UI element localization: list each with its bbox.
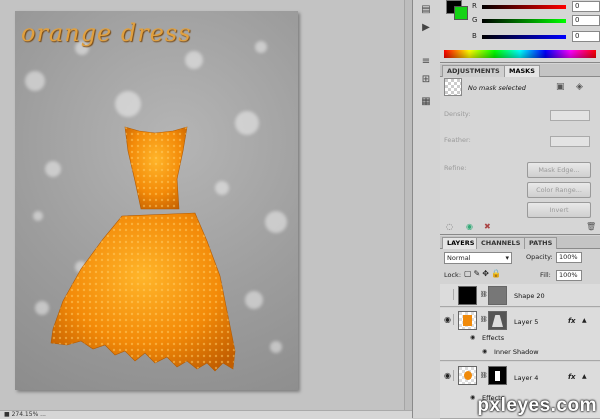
fx-icon[interactable]: fx — [568, 317, 576, 325]
layers-tabbar: LAYERS CHANNELS PATHS — [440, 236, 600, 249]
layer-mask-thumbnail — [488, 286, 507, 305]
masks-panel: ADJUSTMENTS MASKS No mask selected ▣ ◈ D… — [440, 64, 600, 235]
tool-presets-icon[interactable]: ▦ — [419, 96, 433, 108]
layer-mask-thumbnail — [488, 366, 507, 385]
right-panel-dock: R 0 G 0 B 0 ADJUSTMENTS MASKS No mask se… — [440, 0, 600, 419]
chevron-up-icon[interactable]: ▲ — [582, 317, 587, 324]
layer-name[interactable]: Layer 4 — [514, 374, 538, 382]
clone-source-icon[interactable]: ⊞ — [419, 74, 433, 86]
no-mask-text: No mask selected — [468, 84, 526, 92]
color-range-button[interactable]: Color Range... — [527, 182, 591, 198]
red-value-field[interactable]: 0 — [572, 1, 600, 12]
inner-shadow-effect[interactable]: Inner Shadow — [494, 348, 539, 356]
fx-icon[interactable]: fx — [568, 373, 576, 381]
effects-eye-icon[interactable]: ◉ — [470, 334, 475, 341]
blue-slider-track[interactable] — [482, 35, 566, 39]
lock-label: Lock: — [444, 271, 462, 279]
zoom-status-text: ■ 274.15% ... — [4, 411, 46, 418]
blue-slider[interactable]: B 0 — [470, 31, 600, 42]
chain-icon: ⛓ — [480, 316, 488, 323]
fill-label: Fill: — [540, 271, 551, 279]
document-canvas[interactable]: orange dress pxleyes.com — [15, 11, 298, 390]
green-value-field[interactable]: 0 — [572, 15, 600, 26]
effects-label: Effects — [482, 334, 505, 342]
brushes-icon[interactable]: ≡ — [419, 56, 433, 68]
density-field[interactable] — [550, 110, 590, 121]
blue-slider-label: B — [472, 32, 477, 40]
layers-panel: LAYERS CHANNELS PATHS Normal Opacity: 10… — [440, 236, 600, 419]
layer-thumbnail — [458, 366, 477, 385]
tab-layers[interactable]: LAYERS — [442, 237, 480, 249]
orange-dress-image — [50, 126, 236, 372]
green-slider[interactable]: G 0 — [470, 15, 600, 26]
fill-field[interactable]: 100% — [556, 270, 582, 281]
inner-shadow-eye-icon[interactable]: ◉ — [482, 348, 487, 355]
eye-icon[interactable]: ◉ — [442, 314, 454, 325]
refine-label: Refine: — [444, 164, 467, 172]
layer-row-layer-5[interactable]: ◉ ⛓ Layer 5 fx ▲ ◉ Effects ◉ Inner Shado… — [440, 308, 600, 361]
layer-name[interactable]: Shape 20 — [514, 292, 545, 300]
eye-icon[interactable]: ◉ — [442, 370, 454, 381]
red-slider[interactable]: R 0 — [470, 1, 600, 12]
pixel-mask-icon[interactable]: ▣ — [556, 82, 565, 92]
effects-eye-icon[interactable]: ◉ — [470, 394, 475, 401]
collapsed-panel-strip: ▤ ▶ ≡ ⊞ ▦ — [412, 0, 442, 418]
delete-mask-icon[interactable]: ✖ — [484, 222, 491, 231]
tab-masks[interactable]: MASKS — [504, 65, 540, 77]
load-selection-icon[interactable]: ◌ — [446, 222, 453, 231]
opacity-label: Opacity: — [526, 253, 553, 261]
actions-icon[interactable]: ▶ — [419, 22, 433, 34]
layer-row-shape-20[interactable]: ⛓ Shape 20 — [440, 284, 600, 307]
feather-label: Feather: — [444, 136, 471, 144]
trash-icon[interactable]: 🗑 — [586, 222, 596, 231]
color-spectrum-bar[interactable] — [444, 50, 596, 58]
vector-mask-icon[interactable]: ◈ — [576, 82, 583, 92]
opacity-field[interactable]: 100% — [556, 252, 582, 263]
mask-edge-button[interactable]: Mask Edge... — [527, 162, 591, 178]
layer-thumbnail — [458, 311, 477, 330]
layer-mask-thumbnail — [488, 311, 507, 330]
blend-mode-select[interactable]: Normal — [444, 252, 512, 264]
red-slider-track[interactable] — [482, 5, 566, 9]
eye-icon[interactable]: ◉ — [466, 222, 473, 231]
density-label: Density: — [444, 110, 471, 118]
mask-thumbnail — [444, 78, 462, 96]
tab-paths[interactable]: PATHS — [524, 237, 558, 249]
tab-channels[interactable]: CHANNELS — [476, 237, 526, 249]
feather-field[interactable] — [550, 136, 590, 147]
masks-tabbar: ADJUSTMENTS MASKS — [440, 64, 600, 77]
invert-button[interactable]: Invert — [527, 202, 591, 218]
green-slider-track[interactable] — [482, 19, 566, 23]
blue-value-field[interactable]: 0 — [572, 31, 600, 42]
lock-icons[interactable]: ▢✎✥🔒 — [464, 269, 503, 278]
canvas-area[interactable]: orange dress pxleyes.com ■ 274.15% — [0, 0, 413, 419]
background-color-swatch[interactable] — [454, 6, 468, 20]
layer-thumbnail — [458, 286, 477, 305]
site-watermark: pxleyes.com — [477, 395, 597, 416]
layer-visibility-toggle[interactable] — [442, 289, 454, 300]
green-slider-label: G — [472, 16, 478, 24]
color-panel: R 0 G 0 B 0 — [440, 0, 600, 63]
chain-icon: ⛓ — [480, 372, 488, 379]
tab-adjustments[interactable]: ADJUSTMENTS — [442, 65, 505, 77]
layer-name[interactable]: Layer 5 — [514, 318, 538, 326]
chain-icon: ⛓ — [480, 291, 488, 298]
red-slider-label: R — [472, 2, 477, 10]
history-icon[interactable]: ▤ — [419, 4, 433, 16]
chevron-up-icon[interactable]: ▲ — [582, 373, 587, 380]
